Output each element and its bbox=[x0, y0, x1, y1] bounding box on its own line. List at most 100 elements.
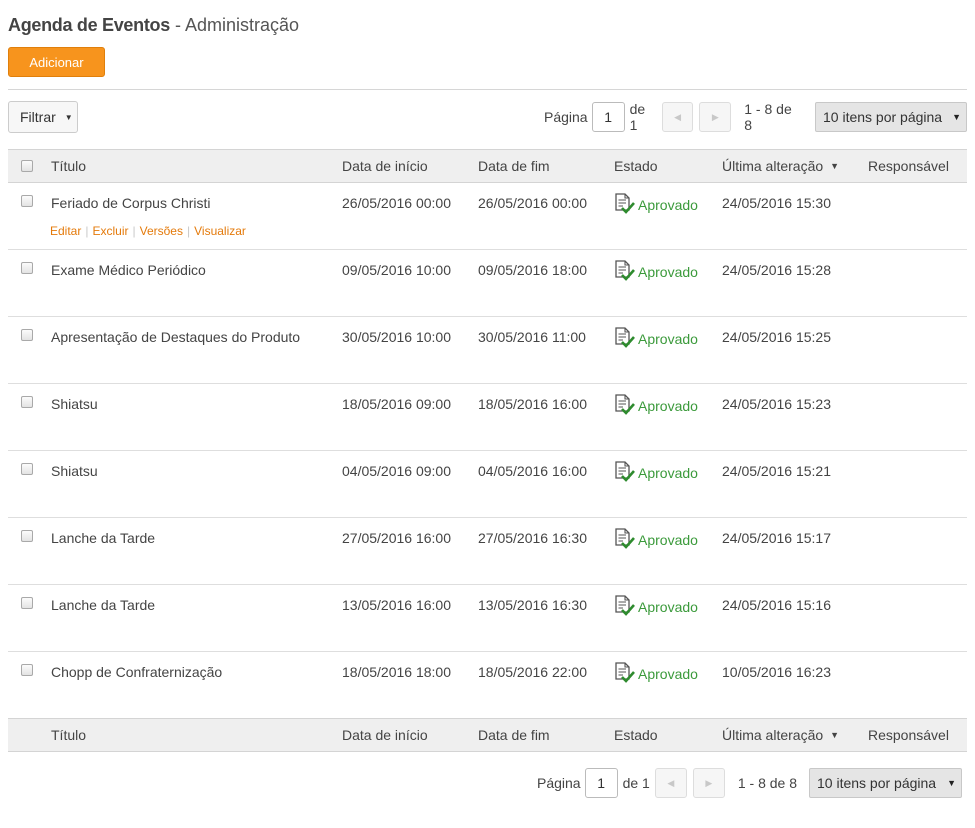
row-modified-date: 24/05/2016 15:17 bbox=[722, 530, 831, 546]
row-modified-date: 10/05/2016 16:23 bbox=[722, 664, 831, 680]
row-status-label: Aprovado bbox=[638, 532, 698, 548]
page-label: Página bbox=[544, 109, 588, 125]
row-status: Aprovado bbox=[614, 392, 698, 420]
column-owner-label: Responsável bbox=[868, 158, 949, 174]
add-button[interactable]: Adicionar bbox=[8, 47, 105, 77]
column-modified[interactable]: Última alteração ▼ bbox=[722, 719, 839, 751]
row-status-label: Aprovado bbox=[638, 666, 698, 682]
column-end[interactable]: Data de fim bbox=[478, 150, 550, 182]
row-modified-date: 24/05/2016 15:30 bbox=[722, 195, 831, 211]
document-check-icon bbox=[614, 526, 638, 554]
row-checkbox[interactable] bbox=[21, 195, 33, 207]
row-start-date: 18/05/2016 18:00 bbox=[342, 664, 451, 680]
row-status-label: Aprovado bbox=[638, 197, 698, 213]
table-row: Chopp de Confraternização 18/05/2016 18:0… bbox=[8, 652, 967, 719]
column-title-label: Título bbox=[51, 158, 87, 174]
row-checkbox[interactable] bbox=[21, 664, 33, 676]
row-end-date: 04/05/2016 16:00 bbox=[478, 463, 587, 479]
table-row: Shiatsu 04/05/2016 09:00 04/05/2016 16:00 A… bbox=[8, 451, 967, 518]
row-title[interactable]: Apresentação de Destaques do Produto bbox=[51, 328, 300, 346]
column-status-label: Estado bbox=[614, 727, 658, 743]
table-footer-header: Título Data de início Data de fim Estado… bbox=[8, 718, 967, 752]
row-title[interactable]: Shiatsu bbox=[51, 462, 98, 480]
row-title[interactable]: Feriado de Corpus Christi bbox=[51, 194, 211, 212]
page-number-input[interactable] bbox=[584, 768, 618, 798]
action-separator: | bbox=[186, 224, 191, 238]
column-end[interactable]: Data de fim bbox=[478, 719, 550, 751]
page-title-main: Agenda de Eventos bbox=[8, 15, 170, 35]
item-range: 1 - 8 de 8 bbox=[737, 775, 797, 791]
select-arrow-icon: ▼ bbox=[947, 778, 956, 788]
column-modified-label: Última alteração bbox=[722, 727, 824, 743]
row-status: Aprovado bbox=[614, 258, 698, 286]
column-title-label: Título bbox=[51, 727, 87, 743]
sort-descending-icon: ▼ bbox=[830, 161, 840, 171]
document-check-icon bbox=[614, 392, 638, 420]
chevron-left-icon: ◀ bbox=[667, 777, 675, 788]
row-title[interactable]: Lanche da Tarde bbox=[51, 529, 155, 547]
column-status[interactable]: Estado bbox=[614, 719, 658, 751]
row-end-date: 18/05/2016 22:00 bbox=[478, 664, 587, 680]
table-row: Lanche da Tarde 27/05/2016 16:00 27/05/201… bbox=[8, 518, 967, 585]
row-checkbox[interactable] bbox=[21, 463, 33, 475]
select-all-checkbox[interactable] bbox=[21, 160, 33, 172]
column-end-label: Data de fim bbox=[478, 158, 550, 174]
row-start-date: 30/05/2016 10:00 bbox=[342, 329, 451, 345]
page-label: Página bbox=[537, 775, 581, 791]
row-checkbox[interactable] bbox=[21, 329, 33, 341]
row-start-date: 27/05/2016 16:00 bbox=[342, 530, 451, 546]
view-link[interactable]: Visualizar bbox=[194, 224, 246, 238]
next-page-button[interactable]: ▶ bbox=[699, 102, 732, 132]
row-start-date: 09/05/2016 10:00 bbox=[342, 262, 451, 278]
document-check-icon bbox=[614, 191, 638, 219]
column-title[interactable]: Título bbox=[51, 719, 86, 751]
column-modified[interactable]: Última alteração ▼ bbox=[722, 150, 839, 182]
row-end-date: 09/05/2016 18:00 bbox=[478, 262, 587, 278]
page-number-input[interactable] bbox=[591, 102, 625, 132]
row-status-label: Aprovado bbox=[638, 264, 698, 280]
row-end-date: 13/05/2016 16:30 bbox=[478, 597, 587, 613]
row-modified-date: 24/05/2016 15:16 bbox=[722, 597, 831, 613]
table-row: Shiatsu 18/05/2016 09:00 18/05/2016 16:00 A… bbox=[8, 384, 967, 451]
chevron-right-icon: ▶ bbox=[705, 777, 713, 788]
table-row: Apresentação de Destaques do Produto 30/0… bbox=[8, 317, 967, 384]
row-start-date: 13/05/2016 16:00 bbox=[342, 597, 451, 613]
action-separator: | bbox=[85, 224, 89, 238]
column-status[interactable]: Estado bbox=[614, 150, 658, 182]
edit-link[interactable]: Editar bbox=[50, 224, 81, 238]
action-separator: | bbox=[132, 224, 136, 238]
prev-page-button[interactable]: ◀ bbox=[654, 768, 687, 798]
row-checkbox[interactable] bbox=[21, 597, 33, 609]
items-per-page-select[interactable]: 10 itens por página ▼ bbox=[809, 768, 962, 798]
row-title[interactable]: Chopp de Confraternização bbox=[51, 663, 222, 681]
row-start-date: 26/05/2016 00:00 bbox=[342, 195, 451, 211]
row-end-date: 27/05/2016 16:30 bbox=[478, 530, 587, 546]
table-row: Feriado de Corpus Christi 26/05/2016 00:0… bbox=[8, 183, 967, 250]
chevron-left-icon: ◀ bbox=[674, 111, 682, 122]
column-owner[interactable]: Responsável bbox=[868, 719, 949, 751]
row-checkbox[interactable] bbox=[21, 262, 33, 274]
caret-down-icon: ▼ bbox=[64, 112, 73, 122]
row-checkbox[interactable] bbox=[21, 530, 33, 542]
column-start[interactable]: Data de início bbox=[342, 150, 428, 182]
items-per-page-value: 10 itens por página bbox=[817, 775, 937, 791]
row-end-date: 26/05/2016 00:00 bbox=[478, 195, 587, 211]
row-title[interactable]: Shiatsu bbox=[51, 395, 98, 413]
column-start-label: Data de início bbox=[342, 727, 428, 743]
versions-link[interactable]: Versões bbox=[140, 224, 183, 238]
filter-button[interactable]: Filtrar ▼ bbox=[8, 101, 78, 133]
prev-page-button[interactable]: ◀ bbox=[661, 102, 694, 132]
column-start[interactable]: Data de início bbox=[342, 719, 428, 751]
pager-top: Página de 1 ◀ ▶ 1 - 8 de 8 10 itens por … bbox=[544, 101, 968, 133]
column-title[interactable]: Título bbox=[51, 150, 86, 182]
next-page-button[interactable]: ▶ bbox=[692, 768, 725, 798]
items-per-page-select[interactable]: 10 itens por página ▼ bbox=[815, 102, 968, 132]
delete-link[interactable]: Excluir bbox=[92, 224, 128, 238]
row-title[interactable]: Lanche da Tarde bbox=[51, 596, 155, 614]
row-checkbox[interactable] bbox=[21, 396, 33, 408]
row-modified-date: 24/05/2016 15:21 bbox=[722, 463, 831, 479]
row-title[interactable]: Exame Médico Periódico bbox=[51, 261, 206, 279]
row-start-date: 04/05/2016 09:00 bbox=[342, 463, 451, 479]
column-owner[interactable]: Responsável bbox=[868, 150, 949, 182]
row-modified-date: 24/05/2016 15:25 bbox=[722, 329, 831, 345]
